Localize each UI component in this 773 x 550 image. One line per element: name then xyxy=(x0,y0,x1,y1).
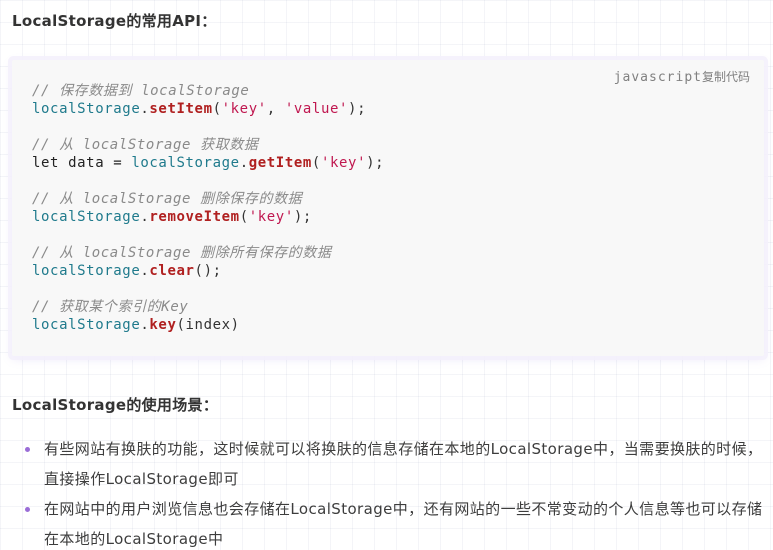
code-line: localStorage.key(index) xyxy=(32,316,384,334)
code-line: localStorage.removeItem('key'); xyxy=(32,208,384,226)
code-toolbar: javascript复制代码 xyxy=(614,68,750,85)
bullet-dot-icon xyxy=(25,507,30,512)
code-punctuation: ( xyxy=(239,209,249,225)
code-comment: // 从 localStorage 获取数据 xyxy=(32,137,259,153)
usage-item-text: 在网站中的用户浏览信息也会存储在LocalStorage中，还有网站的一些不常变… xyxy=(44,500,763,548)
code-content: // 保存数据到 localStorage localStorage.setIte… xyxy=(32,82,384,334)
code-comment: // 从 localStorage 删除所有保存的数据 xyxy=(32,245,332,261)
code-method: key xyxy=(149,317,177,333)
code-text: data = xyxy=(59,155,132,171)
code-punctuation: (index) xyxy=(176,317,240,333)
code-line: // 获取某个索引的Key xyxy=(32,298,384,316)
code-punctuation: ( xyxy=(311,155,321,171)
code-comment: // 从 localStorage 删除保存的数据 xyxy=(32,191,303,207)
code-punctuation: ); xyxy=(348,101,367,117)
code-line: localStorage.clear(); xyxy=(32,262,384,280)
code-method: clear xyxy=(149,263,195,279)
code-string: 'key' xyxy=(221,101,267,117)
copy-code-button[interactable]: 复制代码 xyxy=(702,70,750,84)
code-comment: // 获取某个索引的Key xyxy=(32,299,189,315)
code-string: 'key' xyxy=(248,209,294,225)
code-method: getItem xyxy=(248,155,312,171)
code-object: localStorage xyxy=(32,317,141,333)
code-punctuation: ); xyxy=(366,155,385,171)
section-title-api: LocalStorage的常用API： xyxy=(12,12,217,30)
code-keyword: let xyxy=(32,155,60,171)
code-comment: // 保存数据到 localStorage xyxy=(32,83,250,99)
code-object: localStorage xyxy=(32,263,141,279)
code-punctuation: ( xyxy=(212,101,222,117)
usage-list-item: 有些网站有换肤的功能，这时候就可以将换肤的信息存储在本地的LocalStorag… xyxy=(22,434,770,494)
code-object: localStorage xyxy=(32,101,141,117)
code-block: javascript复制代码 // 保存数据到 localStorage loca… xyxy=(12,60,764,356)
code-method: removeItem xyxy=(149,209,240,225)
code-object: localStorage xyxy=(32,209,141,225)
code-line: localStorage.setItem('key', 'value'); xyxy=(32,100,384,118)
code-punctuation: ); xyxy=(293,209,312,225)
code-line: // 从 localStorage 删除所有保存的数据 xyxy=(32,244,384,262)
usage-list-item: 在网站中的用户浏览信息也会存储在LocalStorage中，还有网站的一些不常变… xyxy=(22,494,770,550)
code-line: // 保存数据到 localStorage xyxy=(32,82,384,100)
code-punctuation: . xyxy=(239,155,249,171)
code-string: 'value' xyxy=(284,101,349,117)
usage-item-text: 有些网站有换肤的功能，这时候就可以将换肤的信息存储在本地的LocalStorag… xyxy=(44,440,763,488)
code-line: let data = localStorage.getItem('key'); xyxy=(32,154,384,172)
code-punctuation: , xyxy=(266,101,285,117)
code-line: // 从 localStorage 获取数据 xyxy=(32,136,384,154)
section-title-usage: LocalStorage的使用场景： xyxy=(12,396,219,414)
code-punctuation: (); xyxy=(194,263,222,279)
usage-list: 有些网站有换肤的功能，这时候就可以将换肤的信息存储在本地的LocalStorag… xyxy=(22,434,770,550)
code-string: 'key' xyxy=(320,155,367,171)
code-language-label: javascript xyxy=(613,70,702,85)
bullet-dot-icon xyxy=(25,447,30,452)
code-line: // 从 localStorage 删除保存的数据 xyxy=(32,190,384,208)
code-method: setItem xyxy=(149,101,213,117)
code-object: localStorage xyxy=(131,155,240,171)
